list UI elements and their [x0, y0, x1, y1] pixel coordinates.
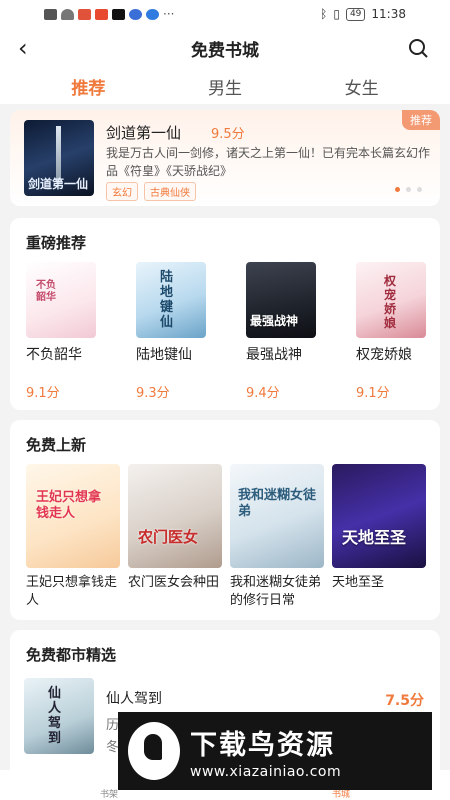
carousel-dot: [417, 187, 422, 192]
watermark-title: 下载鸟资源: [190, 729, 335, 761]
book-score: 9.1分: [26, 386, 60, 401]
watermark-url: www.xiazainiao.com: [190, 763, 342, 780]
book-cover[interactable]: 权宠娇娘: [356, 262, 426, 338]
book-score: 9.5分: [211, 127, 245, 142]
wifi-icon: [61, 8, 74, 20]
app-icon-3: [129, 8, 142, 20]
new-free-section: 免费上新 王妃只想拿钱走人 王妃只想拿钱走人 农门医女 农门医女会种田 我和迷糊…: [10, 420, 440, 620]
tag-list: 玄幻 古典仙侠: [106, 182, 196, 201]
carousel-dot: [395, 187, 400, 192]
book-item[interactable]: 权宠娇娘 权宠娇娘 9.1分: [356, 262, 430, 401]
book-title: 王妃只想拿钱走人: [26, 575, 118, 608]
cover-title: 农门医女: [138, 528, 199, 546]
book-item[interactable]: 农门医女 农门医女会种田: [128, 464, 224, 592]
book-cover[interactable]: 仙人驾到: [24, 678, 94, 754]
book-title: 不负韶华: [26, 347, 82, 363]
nav-bar: ‹ 免费书城: [0, 28, 450, 68]
book-score: 9.3分: [136, 386, 170, 401]
tab-male[interactable]: 男生: [198, 70, 252, 103]
tag[interactable]: 玄幻: [106, 182, 138, 201]
status-time: 11:38: [371, 7, 406, 21]
tab-female[interactable]: 女生: [335, 70, 389, 103]
book-item[interactable]: 最强战神 最强战神 9.4分: [246, 262, 320, 401]
book-cover[interactable]: 不负韶华: [26, 262, 96, 338]
book-title: 农门医女会种田: [128, 575, 220, 590]
book-item[interactable]: 天地至圣 天地至圣: [332, 464, 428, 592]
book-cover[interactable]: 我和迷糊女徒弟: [230, 464, 324, 568]
app-icon-4: [146, 8, 159, 20]
section-title: 重磅推荐: [26, 234, 87, 252]
book-cover[interactable]: 农门医女: [128, 464, 222, 568]
section-title: 免费上新: [26, 436, 87, 454]
search-icon[interactable]: [408, 38, 428, 58]
book-item[interactable]: 陆地键仙 陆地键仙 9.3分: [136, 262, 210, 401]
book-cover[interactable]: 剑道第一仙: [24, 120, 94, 196]
page-title: 免费书城: [191, 40, 259, 61]
book-score: 9.1分: [356, 386, 390, 401]
section-title: 免费都市精选: [26, 646, 117, 664]
book-cover[interactable]: 天地至圣: [332, 464, 426, 568]
status-icons: ···: [44, 7, 174, 21]
cover-title: 天地至圣: [342, 528, 407, 547]
tab-bookshelf[interactable]: 书架: [100, 787, 118, 800]
book-title: 我和迷糊女徒弟的修行日常: [230, 575, 322, 608]
watermark-banner: 下载鸟资源 www.xiazainiao.com: [118, 712, 432, 790]
tiktok-icon: [112, 8, 125, 20]
cover-title: 不负韶华: [36, 280, 56, 303]
book-score: 7.5分: [385, 693, 424, 709]
vibrate-icon: ▯: [333, 7, 340, 21]
battery-icon: 49: [345, 7, 366, 21]
book-title: 天地至圣: [332, 575, 385, 590]
book-score: 9.4分: [246, 386, 280, 401]
book-title[interactable]: 仙人驾到: [106, 688, 162, 708]
cover-title: 最强战神: [250, 314, 299, 328]
book-cover[interactable]: 最强战神: [246, 262, 316, 338]
category-tabs: 推荐 男生 女生: [0, 68, 450, 104]
tab-recommend[interactable]: 推荐: [61, 70, 115, 103]
sim-icon: [44, 8, 57, 20]
app-icon-2: [95, 8, 108, 20]
book-title: 最强战神: [246, 347, 302, 363]
tag[interactable]: 古典仙侠: [144, 182, 196, 201]
cover-title: 陆地键仙: [160, 270, 174, 330]
book-item[interactable]: 我和迷糊女徒弟 我和迷糊女徒弟的修行日常: [230, 464, 326, 610]
app-icon-1: [78, 8, 91, 20]
book-item[interactable]: 王妃只想拿钱走人 王妃只想拿钱走人: [26, 464, 122, 610]
book-title: 陆地键仙: [136, 347, 192, 363]
book-title: 权宠娇娘: [356, 347, 412, 363]
heavy-recommend-section: 重磅推荐 不负韶华 不负韶华 9.1分 陆地键仙 陆地键仙 9.3分 最强战神 …: [10, 218, 440, 410]
cover-title: 权宠娇娘: [384, 274, 397, 330]
book-item[interactable]: 不负韶华 不负韶华 9.1分: [26, 262, 100, 401]
bluetooth-icon: ᛒ: [320, 7, 328, 21]
bird-logo-icon: [128, 722, 180, 780]
cover-title: 王妃只想拿钱走人: [36, 490, 102, 521]
recommend-badge: 推荐: [402, 110, 440, 130]
book-cover[interactable]: 陆地键仙: [136, 262, 206, 338]
back-icon[interactable]: ‹: [18, 34, 28, 62]
more-icon: ···: [163, 7, 175, 21]
featured-banner[interactable]: 推荐 剑道第一仙 剑道第一仙 9.5分 我是万古人间一剑修，诸天之上第一仙！已有…: [10, 110, 440, 206]
status-bar: ··· ᛒ ▯ 49 11:38: [0, 0, 450, 28]
carousel-dots: [395, 187, 422, 192]
cover-title: 剑道第一仙: [28, 177, 89, 191]
cover-title: 仙人驾到: [48, 686, 62, 746]
book-title[interactable]: 剑道第一仙: [106, 122, 181, 143]
carousel-dot: [406, 187, 411, 192]
book-description: 我是万古人间一剑修，诸天之上第一仙！已有完本长篇玄幻作品《符皇》《天骄战纪》: [106, 146, 431, 178]
book-cover[interactable]: 王妃只想拿钱走人: [26, 464, 120, 568]
cover-title: 我和迷糊女徒弟: [238, 488, 317, 519]
